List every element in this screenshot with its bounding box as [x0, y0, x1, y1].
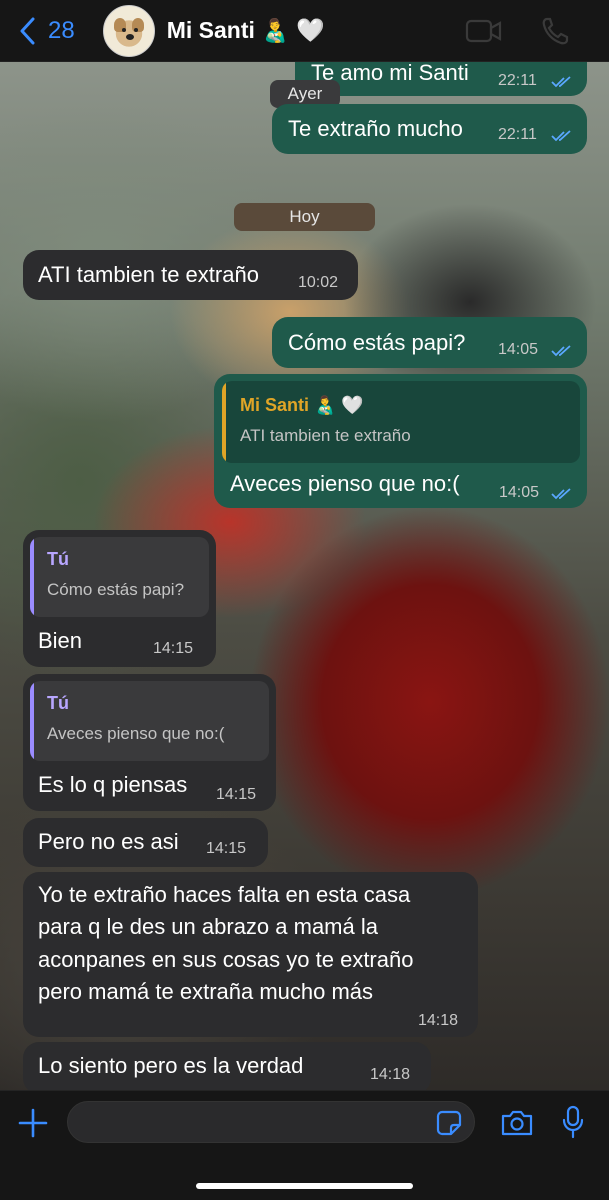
- message-bubble-received[interactable]: ATI tambien te extraño 10:02: [23, 250, 358, 300]
- double-check-icon: [551, 345, 571, 357]
- quoted-text: Aveces pienso que no:(: [47, 724, 225, 743]
- message-text-line: pero mamá te extraña mucho más: [38, 979, 374, 1004]
- message-bubble-sent-reply[interactable]: Mi Santi 👨‍🍼 🤍 ATI tambien te extraño Av…: [214, 374, 587, 508]
- double-check-icon: [551, 488, 571, 500]
- message-bubble-received[interactable]: Lo siento pero es la verdad 14:18: [23, 1042, 431, 1090]
- quoted-author: Tú: [47, 549, 69, 569]
- message-bubble-sent[interactable]: Cómo estás papi? 14:05: [272, 317, 587, 368]
- double-check-icon: [551, 130, 571, 142]
- quoted-text: Cómo estás papi?: [47, 580, 185, 599]
- message-bubble-sent[interactable]: Te extraño mucho 22:11: [272, 104, 587, 154]
- message-text: Cómo estás papi?: [288, 330, 466, 355]
- quoted-text: ATI tambien te extraño: [240, 426, 411, 445]
- message-text-line: aconpanes en sus cosas yo te extraño: [38, 947, 414, 972]
- message-time: 14:05: [498, 341, 539, 358]
- message-bubble-received[interactable]: Yo te extraño haces falta en esta casa p…: [23, 872, 478, 1037]
- avatar[interactable]: [102, 4, 155, 57]
- message-text: Bien: [38, 628, 83, 653]
- message-input[interactable]: [82, 1108, 422, 1136]
- microphone-icon[interactable]: [561, 1105, 585, 1139]
- message-text-line: Yo te extraño haces falta en esta casa: [38, 882, 411, 907]
- quoted-author: Mi Santi 👨‍🍼 🤍: [240, 395, 364, 415]
- message-time: 14:05: [499, 484, 540, 501]
- message-text: Lo siento pero es la verdad: [38, 1053, 304, 1078]
- message-time: 10:02: [298, 274, 339, 291]
- chevron-left-icon: [20, 17, 35, 44]
- message-time: 14:18: [370, 1066, 411, 1083]
- chat-header: 28 Mi Santi 👨‍🍼 🤍: [0, 0, 609, 62]
- quoted-message[interactable]: Mi Santi 👨‍🍼 🤍 ATI tambien te extraño: [222, 381, 580, 463]
- message-time: 14:15: [216, 786, 257, 803]
- quoted-message[interactable]: Tú Cómo estás papi?: [30, 537, 209, 617]
- sticker-icon[interactable]: [436, 1110, 462, 1136]
- message-time: 22:11: [498, 126, 537, 143]
- message-text: Aveces pienso que no:(: [230, 471, 460, 496]
- camera-icon[interactable]: [500, 1109, 534, 1137]
- message-text: Pero no es asi: [38, 829, 179, 854]
- contact-name[interactable]: Mi Santi 👨‍🍼 🤍: [167, 17, 325, 44]
- video-camera-icon[interactable]: [465, 18, 503, 44]
- message-time: 14:18: [418, 1012, 459, 1029]
- phone-icon[interactable]: [541, 16, 569, 46]
- message-text: Es lo q piensas: [38, 772, 188, 797]
- message-bubble-received[interactable]: Pero no es asi 14:15: [23, 818, 268, 867]
- message-text: ATI tambien te extraño: [38, 262, 259, 287]
- unread-count: 28: [48, 16, 75, 44]
- message-time: 14:15: [206, 840, 247, 857]
- plus-icon[interactable]: [17, 1107, 49, 1139]
- quoted-author: Tú: [47, 693, 69, 713]
- message-input-box[interactable]: [67, 1101, 475, 1143]
- chat-background: Te amo mi Santi 22:11 Ayer Te extraño mu…: [0, 62, 609, 1090]
- message-text-line: para q le des un abrazo a mamá la: [38, 914, 378, 939]
- message-time: 22:11: [498, 72, 537, 89]
- message-bubble-received-reply[interactable]: Tú Aveces pienso que no:( Es lo q piensa…: [23, 674, 276, 811]
- message-text: Te extraño mucho: [288, 116, 463, 141]
- back-button[interactable]: 28: [18, 17, 75, 45]
- message-bubble-received-reply[interactable]: Tú Cómo estás papi? Bien 14:15: [23, 530, 216, 667]
- home-indicator: [196, 1183, 413, 1189]
- quoted-message[interactable]: Tú Aveces pienso que no:(: [30, 681, 269, 761]
- double-check-icon: [551, 76, 571, 88]
- date-separator-hoy: Hoy: [234, 203, 375, 231]
- message-time: 14:15: [153, 640, 194, 657]
